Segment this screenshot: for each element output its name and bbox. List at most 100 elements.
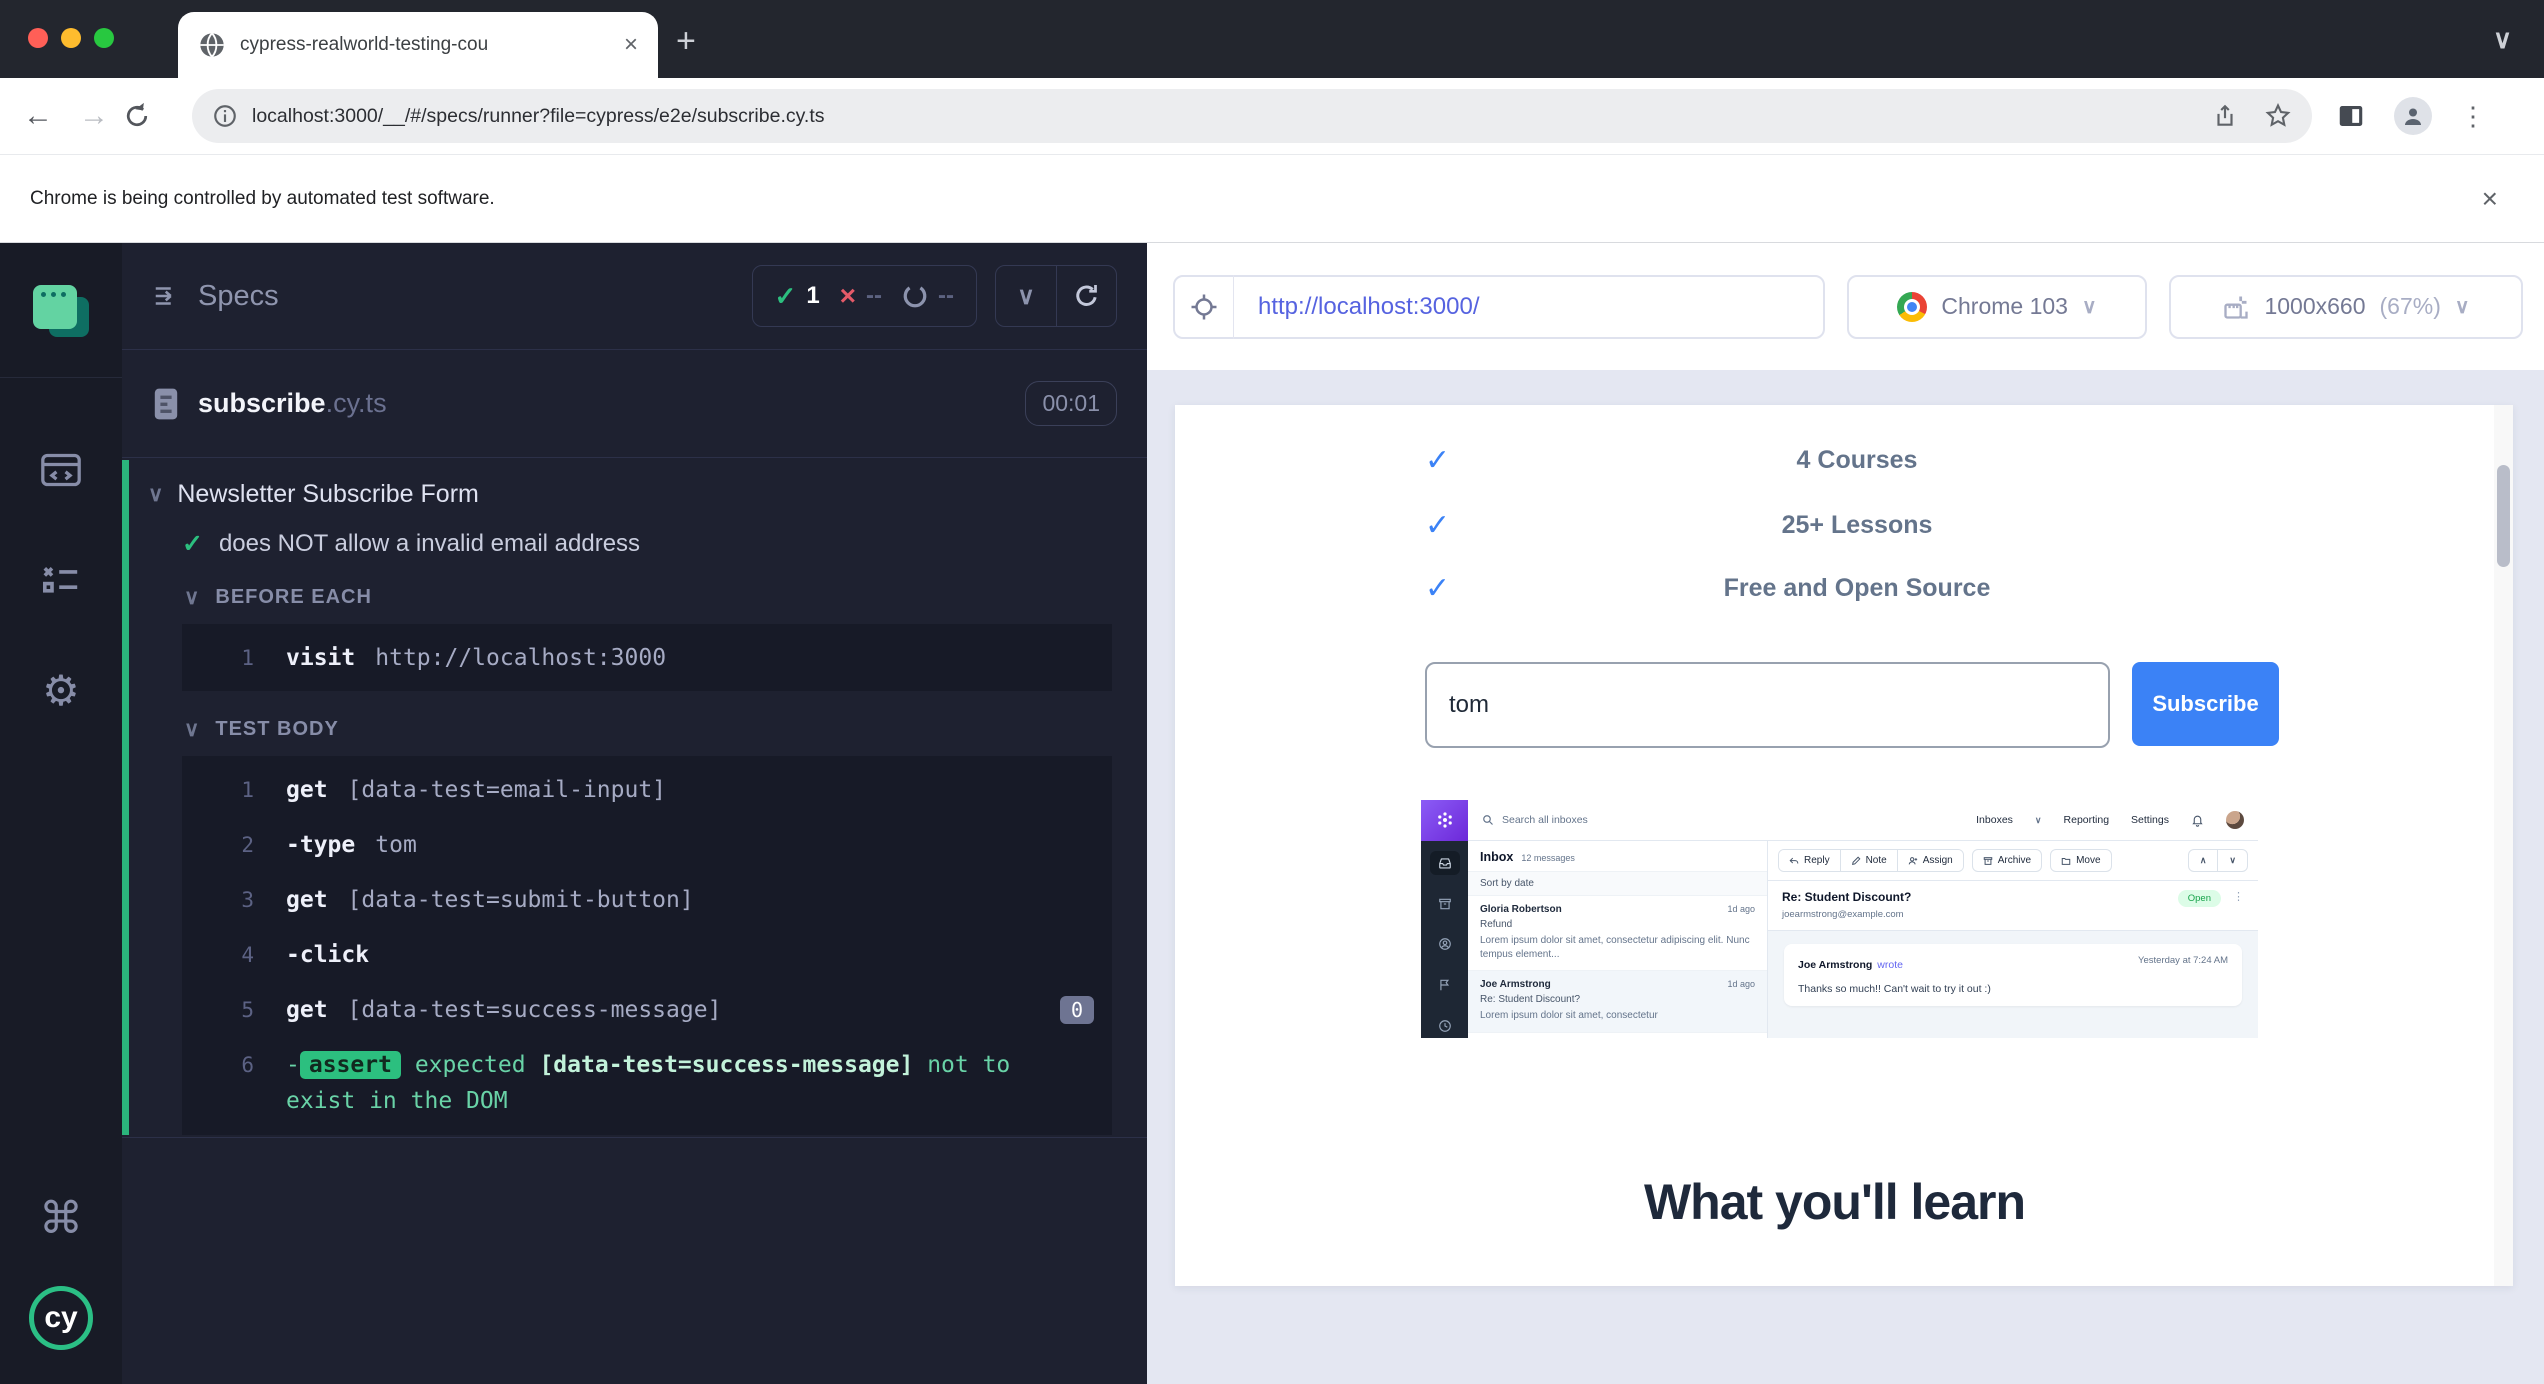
new-tab-button[interactable]: + [676,22,696,61]
globe-favicon [198,31,226,59]
passed-check-icon: ✓ [774,280,797,311]
close-window-button[interactable] [28,28,48,48]
bell-icon [2191,814,2204,827]
url-text[interactable]: localhost:3000/__/#/specs/runner?file=cy… [252,105,825,128]
test-stats: ✓ 1 × -- -- [751,265,977,327]
email-app-logo [1421,800,1468,841]
message-detail: Reply Note Assign Archive Move ∧ ∨ Re: S… [1768,841,2258,1038]
assert-target: [data-test=success-message] [539,1052,914,1078]
spec-ext: .cy.ts [325,388,387,418]
rerun-tests-button[interactable] [1056,266,1116,326]
browser-select[interactable]: Chrome 103 ∨ [1847,274,2147,339]
tab-search-chevron-icon[interactable]: ∨ [2493,24,2512,55]
command-row[interactable]: 3 get [data-test=submit-button] [182,872,1112,927]
inbox-count: 12 messages [1521,853,1575,863]
message-list-item: Joe Armstrong 1d ago Re: Student Discoun… [1468,971,1767,1033]
aut-scrollbar[interactable] [2494,405,2513,1286]
profile-avatar[interactable] [2394,97,2432,135]
hook-collapse-icon[interactable]: ∨ [184,585,199,610]
sort-by-date: Sort by date [1468,872,1767,896]
command-row[interactable]: 1 visit http://localhost:3000 [182,630,1112,685]
reporter-panel: Specs ✓ 1 × -- -- ∨ subscribe.cy.ts 00:0… [122,243,1147,1384]
cypress-logo[interactable]: cy [29,1286,93,1350]
suite-title: Newsletter Subscribe Form [177,480,479,508]
test-title: does NOT allow a invalid email address [218,530,641,557]
check-icon: ✓ [1425,509,1451,542]
element-count-badge: 0 [1059,995,1094,1024]
back-button[interactable]: ← [10,99,66,133]
nav-inboxes: Inboxes [1976,814,2013,826]
share-icon[interactable] [2212,103,2238,129]
command-row[interactable]: 4 -click [182,927,1112,982]
reply-button: Reply [1779,850,1840,871]
bookmark-star-icon[interactable] [2264,102,2292,130]
suite-collapse-icon[interactable]: ∨ [148,482,163,507]
before-each-hook-row[interactable]: ∨ BEFORE EACH [122,559,1147,624]
maximize-window-button[interactable] [94,28,114,48]
aut-page: ✓ 4 Courses ✓ 25+ Lessons ✓ Free and Ope… [1175,405,2513,1286]
hook-collapse-icon[interactable]: ∨ [184,717,199,742]
aut-url-text[interactable]: http://localhost:3000/ [1258,293,1479,321]
viewport-select[interactable]: 1000x660 (67%) ∨ [2169,274,2523,339]
pending-circle-icon [902,283,928,309]
message-list: Inbox 12 messages Sort by date Gloria Ro… [1468,841,1768,1038]
browser-menu-icon[interactable]: ⋮ [2460,101,2487,132]
subscribe-form: Subscribe [1425,662,2279,748]
before-each-commands: 1 visit http://localhost:3000 [182,624,1112,691]
command-row[interactable]: 1 get [data-test=email-input] [182,762,1112,817]
email-sidebar [1421,841,1468,1038]
window-controls [28,28,114,48]
side-panel-icon[interactable] [2336,101,2366,131]
collapse-tests-button[interactable]: ∨ [996,266,1056,326]
automation-banner-text: Chrome is being controlled by automated … [30,187,495,209]
status-badge: Open [2177,890,2221,907]
check-icon: ✓ [1425,444,1451,477]
next-message-icon: ∨ [2217,850,2247,871]
assert-command-row[interactable]: 6 - assert expected [data-test=success-me… [182,1037,1112,1129]
site-info-icon[interactable] [212,103,238,129]
tab-close-icon[interactable]: × [624,33,638,57]
archive-button: Archive [1971,849,2043,872]
aut-url-bar[interactable]: http://localhost:3000/ [1173,274,1825,339]
aut-panel: http://localhost:3000/ Chrome 103 ∨ 1000… [1147,243,2544,1384]
user-avatar [2226,811,2244,829]
specs-explorer-logo[interactable] [33,285,89,337]
stat-pending: -- [902,282,954,310]
assert-dash: - [286,1052,300,1078]
reload-button[interactable] [122,101,178,131]
tab-title: cypress-realworld-testing-cou [240,34,580,56]
feature-item: ✓ 4 Courses [1425,444,1918,477]
minimize-window-button[interactable] [61,28,81,48]
test-row[interactable]: ✓ does NOT allow a invalid email address [122,509,1147,559]
test-passed-icon: ✓ [182,530,203,558]
keyboard-shortcuts-icon[interactable]: ⌘ [39,1193,83,1244]
suite-row[interactable]: ∨ Newsletter Subscribe Form [122,458,1147,509]
feature-item: ✓ 25+ Lessons [1425,509,1933,542]
subscribe-button[interactable]: Subscribe [2132,662,2279,746]
command-row[interactable]: 5 get [data-test=success-message] 0 [182,982,1112,1037]
email-app-screenshot: Search all inboxes Inboxes ∨ Reporting S… [1421,800,2258,1038]
forward-button[interactable]: → [66,99,122,133]
aut-header: http://localhost:3000/ Chrome 103 ∨ 1000… [1147,243,2544,370]
settings-gear-icon[interactable]: ⚙ [42,670,80,712]
spec-file-row[interactable]: subscribe.cy.ts 00:01 [122,350,1147,457]
aut-viewport-area: ✓ 4 Courses ✓ 25+ Lessons ✓ Free and Ope… [1147,370,2544,1384]
specs-nav-icon[interactable] [39,450,83,490]
specs-panel-title[interactable]: Specs [198,280,279,313]
spec-name: subscribe [198,388,326,418]
move-button: Move [2050,849,2112,872]
test-body-hook-row[interactable]: ∨ TEST BODY [122,691,1147,756]
browser-tab[interactable]: cypress-realworld-testing-cou × [178,12,658,78]
message-list-item: Gloria Robertson 1d ago Refund Lorem ips… [1468,896,1767,971]
command-row[interactable]: 2 -type tom [182,817,1112,872]
banner-close-icon[interactable]: × [2482,183,2498,215]
runs-nav-icon[interactable] [39,562,83,598]
email-input[interactable] [1425,662,2110,748]
address-bar[interactable]: localhost:3000/__/#/specs/runner?file=cy… [192,89,2312,143]
cypress-sidebar: ⚙ ⌘ cy [0,243,122,1384]
browser-titlebar: cypress-realworld-testing-cou × + ∨ [0,0,2544,78]
selector-playground-icon[interactable] [1175,292,1233,322]
scrollbar-thumb[interactable] [2497,465,2510,567]
failed-cross-icon: × [839,280,857,311]
archive-icon [1430,892,1460,916]
